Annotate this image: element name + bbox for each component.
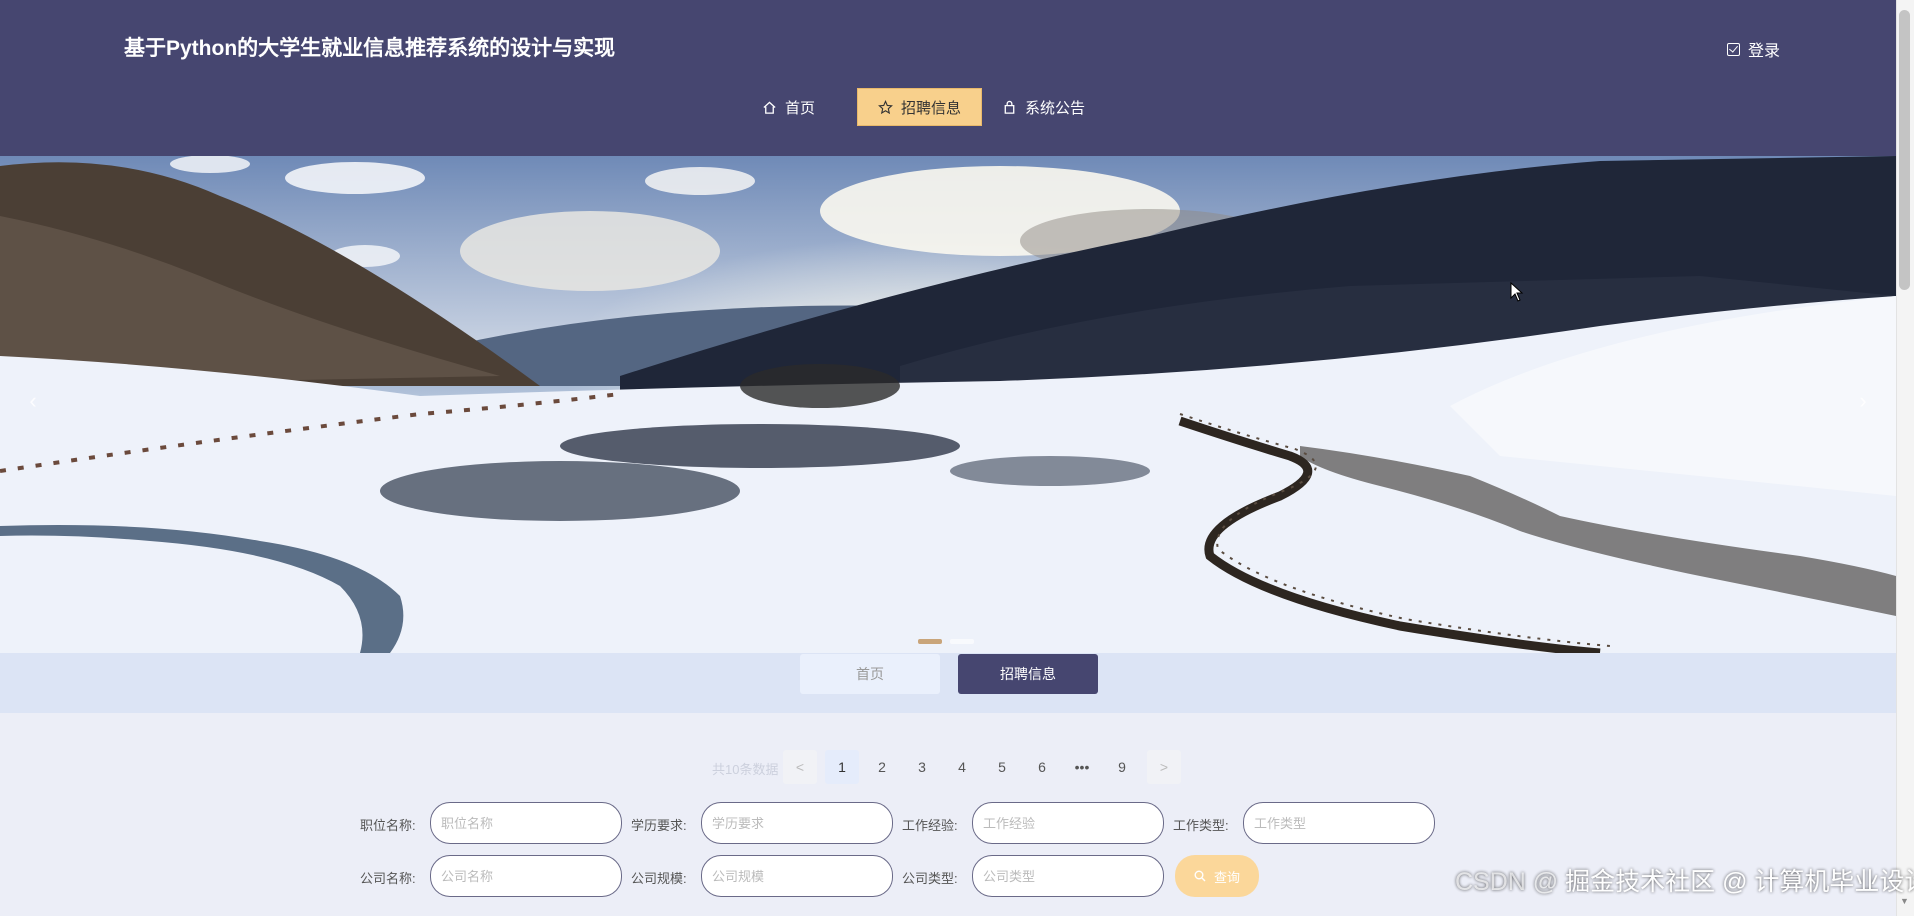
top-header: 基于Python的大学生就业信息推荐系统的设计与实现 登录 首页 招聘信息 系统… <box>0 0 1914 156</box>
search-label: 查询 <box>1213 869 1240 885</box>
company-type-input[interactable] <box>972 855 1164 897</box>
search-button[interactable]: 查询 <box>1175 855 1259 897</box>
education-input[interactable] <box>701 802 893 844</box>
mouse-cursor-icon <box>1510 282 1524 302</box>
bag-icon <box>1004 100 1015 114</box>
experience-label: 工作经验: <box>902 818 958 833</box>
page-button[interactable]: 6 <box>1025 750 1059 784</box>
nav-item-announcements[interactable]: 系统公告 <box>1002 88 1085 126</box>
scrollbar-thumb[interactable] <box>1899 10 1910 290</box>
main-nav: 首页 招聘信息 系统公告 <box>0 88 1914 128</box>
page-button[interactable]: 3 <box>905 750 939 784</box>
page-button[interactable]: 2 <box>865 750 899 784</box>
carousel-dot[interactable] <box>950 639 974 644</box>
job-type-input[interactable] <box>1243 802 1435 844</box>
tab-home[interactable]: 首页 <box>800 654 940 694</box>
company-size-label: 公司规模: <box>631 871 687 886</box>
page-button[interactable]: 5 <box>985 750 1019 784</box>
shrubs <box>380 461 740 521</box>
checkbox-icon <box>1727 42 1740 56</box>
cloud <box>285 162 425 194</box>
chevron-right-icon: › <box>1859 388 1867 413</box>
nav-label-jobs: 招聘信息 <box>901 99 962 117</box>
company-name-label: 公司名称: <box>360 871 416 886</box>
carousel-prev-button[interactable]: ‹ <box>18 388 48 418</box>
nav-item-home[interactable]: 首页 <box>762 88 815 126</box>
cloud <box>460 211 720 291</box>
nav-label-home: 首页 <box>785 99 816 117</box>
shrubs <box>950 456 1150 486</box>
job-name-input[interactable] <box>430 802 622 844</box>
shrubs <box>740 364 900 408</box>
cloud <box>645 167 755 195</box>
job-type-label: 工作类型: <box>1173 818 1229 833</box>
page-button[interactable]: 9 <box>1105 750 1139 784</box>
next-page-button[interactable]: > <box>1147 750 1181 784</box>
nav-label-announcements: 系统公告 <box>1025 99 1086 117</box>
star-icon <box>878 99 893 114</box>
company-size-input[interactable] <box>701 855 893 897</box>
watermark-prefix: CSDN @ <box>1455 868 1559 896</box>
carousel-dot-active[interactable] <box>918 639 942 644</box>
job-name-label: 职位名称: <box>360 818 416 833</box>
prev-page-button[interactable]: < <box>783 750 817 784</box>
breadcrumb-band <box>0 653 1896 713</box>
company-name-input[interactable] <box>430 855 622 897</box>
tab-jobs[interactable]: 招聘信息 <box>958 654 1098 694</box>
carousel-next-button[interactable]: › <box>1848 388 1878 418</box>
page-button[interactable]: 1 <box>825 750 859 784</box>
total-count: 共10条数据 <box>712 762 779 777</box>
search-icon <box>1194 870 1206 882</box>
snow-landscape-image <box>0 156 1896 653</box>
watermark-text: 掘金技术社区 @ 计算机毕业设计小明哥 <box>1565 868 1914 896</box>
experience-input[interactable] <box>972 802 1164 844</box>
page-button[interactable]: 4 <box>945 750 979 784</box>
education-label: 学历要求: <box>631 818 687 833</box>
page-ellipsis-button[interactable]: ••• <box>1065 750 1099 784</box>
home-icon <box>763 100 776 114</box>
login-label: 登录 <box>1748 43 1781 60</box>
chevron-left-icon: ‹ <box>29 388 37 413</box>
shrubs <box>560 424 960 468</box>
login-button[interactable]: 登录 <box>1727 37 1780 61</box>
nav-item-jobs[interactable]: 招聘信息 <box>857 88 983 126</box>
cloud <box>170 156 250 173</box>
banner-carousel[interactable]: ‹ › <box>0 156 1896 653</box>
watermark: CSDN @ 掘金技术社区 @ 计算机毕业设计小明哥 <box>1455 862 1914 898</box>
company-type-label: 公司类型: <box>902 871 958 886</box>
site-title: 基于Python的大学生就业信息推荐系统的设计与实现 <box>124 37 616 60</box>
